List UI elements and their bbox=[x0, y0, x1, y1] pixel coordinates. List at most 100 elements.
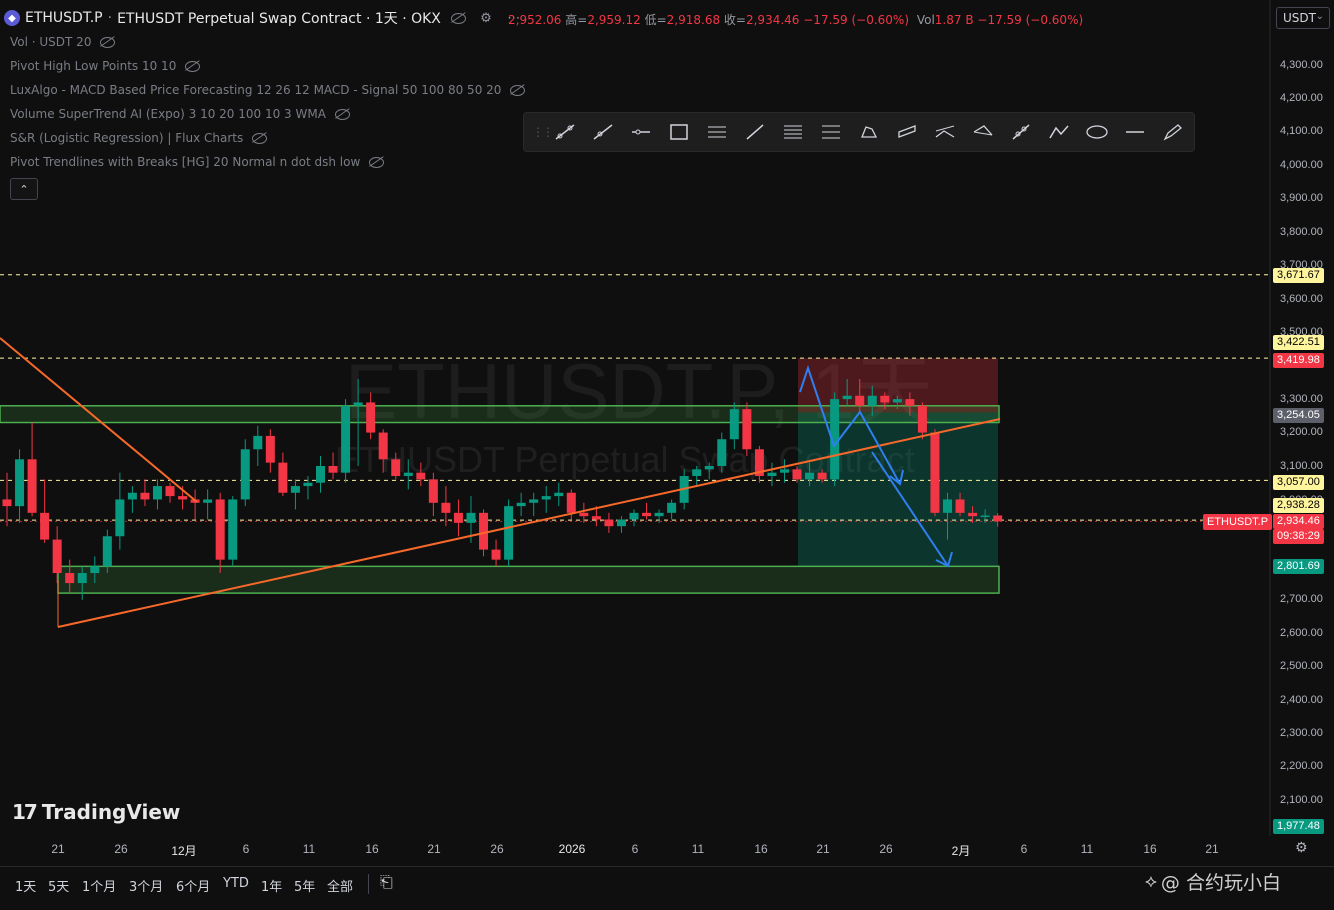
candle-body bbox=[77, 573, 87, 584]
candle-body bbox=[579, 512, 589, 517]
divider bbox=[368, 874, 369, 894]
symbol-name[interactable]: ETHUSDT.P bbox=[25, 10, 103, 26]
settings-gear-icon[interactable]: ⚙ bbox=[475, 7, 497, 29]
axis-settings-gear-icon[interactable]: ⚙ bbox=[1295, 840, 1308, 856]
eye-hidden-icon[interactable] bbox=[509, 84, 526, 96]
eye-hidden-icon[interactable] bbox=[251, 132, 268, 144]
pattern-tool-icon[interactable] bbox=[850, 117, 888, 147]
pitchfork-tool-icon[interactable] bbox=[812, 117, 850, 147]
vol-change-value: −17.59 (−0.60%) bbox=[977, 13, 1084, 27]
time-tick: 21 bbox=[816, 842, 830, 856]
polyline-tool-icon[interactable] bbox=[964, 117, 1002, 147]
account-name: @ 合约玩小白 bbox=[1160, 872, 1281, 894]
range-3m[interactable]: 3个月 bbox=[129, 876, 163, 895]
zigzag-tool-icon[interactable] bbox=[1040, 117, 1078, 147]
candle-body bbox=[504, 506, 514, 560]
candle-body bbox=[253, 435, 263, 450]
range-1y[interactable]: 1年 bbox=[261, 876, 282, 895]
candle-body bbox=[742, 409, 752, 450]
range-all[interactable]: 全部 bbox=[327, 876, 353, 895]
candle-body bbox=[290, 486, 300, 493]
level-tag-3057: 3,057.00 bbox=[1273, 475, 1324, 490]
price-tick: 3,800.00 bbox=[1280, 226, 1323, 238]
horizontal-line-tool-icon[interactable] bbox=[1116, 117, 1154, 147]
vol-value: 1.87 B bbox=[934, 13, 974, 27]
range-5d[interactable]: 5天 bbox=[48, 876, 69, 895]
indicator-legend-5[interactable]: S&R (Logistic Regression) | Flux Charts bbox=[10, 131, 268, 145]
last-price-tag: 2,934.46 bbox=[1273, 514, 1324, 529]
level-tag-3671: 3,671.67 bbox=[1273, 268, 1324, 283]
horizontal-ray-tool-icon[interactable] bbox=[622, 117, 660, 147]
range-5y[interactable]: 5年 bbox=[294, 876, 315, 895]
candle-body bbox=[616, 519, 626, 527]
candle-body bbox=[115, 499, 125, 537]
price-tick: 3,200.00 bbox=[1280, 426, 1323, 438]
range-ytd[interactable]: YTD bbox=[223, 876, 249, 891]
brush-tool-icon[interactable] bbox=[888, 117, 926, 147]
indicator-legend-2[interactable]: Pivot High Low Points 10 10 bbox=[10, 59, 201, 73]
range-6m[interactable]: 6个月 bbox=[176, 876, 210, 895]
ray-tool-icon[interactable] bbox=[584, 117, 622, 147]
price-tick: 2,600.00 bbox=[1280, 627, 1323, 639]
pencil-tool-icon[interactable] bbox=[1154, 117, 1192, 147]
indicator-legend-3[interactable]: LuxAlgo - MACD Based Price Forecasting 1… bbox=[10, 83, 526, 97]
symbol-price-tag: ETHUSDT.P bbox=[1203, 514, 1272, 530]
eye-hidden-icon[interactable] bbox=[334, 108, 350, 120]
candle-body bbox=[479, 512, 489, 550]
eye-hidden-icon[interactable] bbox=[99, 36, 116, 48]
candle-body bbox=[930, 432, 940, 513]
drag-handle-icon[interactable]: ⋮⋮ bbox=[532, 125, 554, 139]
level-tag-2801: 2,801.69 bbox=[1273, 559, 1324, 574]
candle-body bbox=[880, 395, 890, 403]
candle-body bbox=[391, 459, 401, 477]
candle-body bbox=[303, 482, 313, 487]
price-tick: 2,100.00 bbox=[1280, 794, 1323, 806]
candle-body bbox=[968, 512, 978, 517]
path-tool-icon[interactable] bbox=[926, 117, 964, 147]
time-tick: 26 bbox=[879, 842, 893, 856]
price-tick: 2,300.00 bbox=[1280, 727, 1323, 739]
indicator-legend-6[interactable]: Pivot Trendlines with Breaks [HG] 20 Nor… bbox=[10, 155, 385, 169]
ellipse-tool-icon[interactable] bbox=[1078, 117, 1116, 147]
brand-name: TradingView bbox=[41, 800, 181, 824]
high-value: 2,959.12 bbox=[587, 13, 641, 27]
candle-body bbox=[127, 492, 137, 500]
high-label: 高= bbox=[565, 13, 588, 27]
price-tick: 2,500.00 bbox=[1280, 660, 1323, 672]
parallel-channel-tool-icon[interactable] bbox=[698, 117, 736, 147]
date-range-calendar-icon[interactable]: ⎗ bbox=[380, 872, 393, 892]
price-tick: 4,200.00 bbox=[1280, 92, 1323, 104]
candle-body bbox=[52, 539, 62, 574]
candle-body bbox=[767, 472, 777, 477]
diamond-logo-icon: ⟡ bbox=[1145, 871, 1157, 892]
candle-body bbox=[717, 439, 727, 466]
candle-body bbox=[554, 492, 564, 497]
rectangle-tool-icon[interactable] bbox=[660, 117, 698, 147]
line-tool-icon[interactable] bbox=[736, 117, 774, 147]
hide-eye-icon[interactable] bbox=[447, 7, 469, 29]
trend-line-tool-icon[interactable] bbox=[546, 117, 584, 147]
close-value: 2,934.46 bbox=[745, 13, 800, 27]
candle-body bbox=[566, 492, 576, 513]
candle-body bbox=[316, 466, 325, 483]
range-1m[interactable]: 1个月 bbox=[82, 876, 116, 895]
countdown-tag: 09:38:29 bbox=[1273, 529, 1324, 544]
price-tick: 3,900.00 bbox=[1280, 192, 1323, 204]
chevron-up-icon: ⌃ bbox=[19, 182, 29, 196]
eye-hidden-icon[interactable] bbox=[184, 60, 201, 72]
time-tick: 2月 bbox=[951, 844, 971, 858]
candle-body bbox=[40, 512, 50, 540]
collapse-legend-button[interactable]: ⌃ bbox=[10, 178, 38, 200]
eye-hidden-icon[interactable] bbox=[368, 156, 385, 168]
level-tag-3254: 3,254.05 bbox=[1273, 408, 1324, 423]
indicator-legend-4[interactable]: Volume SuperTrend AI (Expo) 3 10 20 100 … bbox=[10, 107, 350, 121]
ruler-tool-icon[interactable] bbox=[1002, 117, 1040, 147]
currency-select[interactable]: USDT ⌄ bbox=[1276, 7, 1330, 29]
fib-retracement-tool-icon[interactable] bbox=[774, 117, 812, 147]
chart-title: ETHUSDT Perpetual Swap Contract · 1天 · O… bbox=[117, 11, 441, 27]
range-1d[interactable]: 1天 bbox=[15, 876, 36, 895]
indicator-legend-1[interactable]: Vol · USDT 20 bbox=[10, 35, 116, 49]
candle-body bbox=[729, 409, 739, 440]
candle-body bbox=[917, 405, 927, 433]
price-tick: 3,300.00 bbox=[1280, 393, 1323, 405]
